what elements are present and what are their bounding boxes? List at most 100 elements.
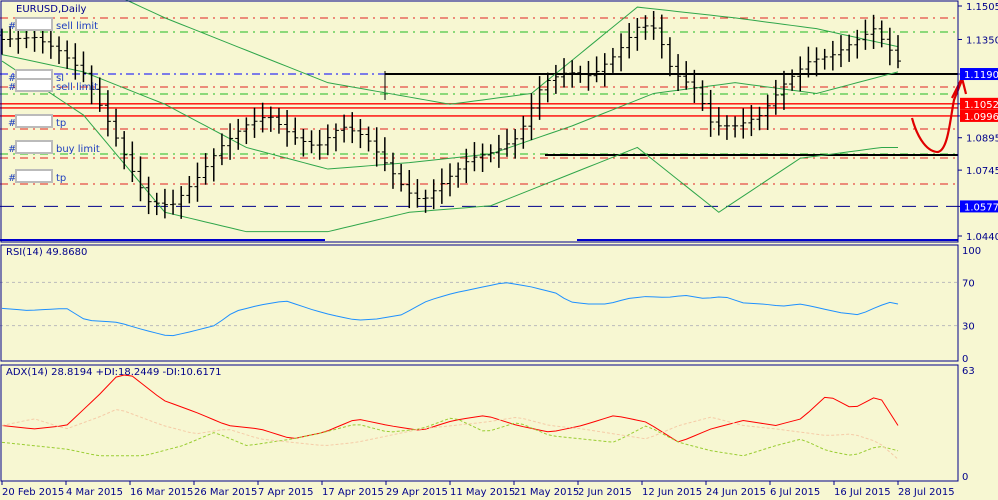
- ohlc-bar: [64, 40, 71, 69]
- price-tick-label: 1.0745: [966, 166, 998, 177]
- ohlc-bar: [161, 188, 168, 219]
- adx-line: [1, 374, 899, 443]
- ohlc-bar: [373, 127, 380, 167]
- ohlc-bar: [153, 192, 160, 216]
- ohlc-bar: [47, 27, 54, 59]
- price-badge-label: 1.0577: [964, 202, 998, 213]
- chart-title: EURUSD,Daily: [16, 4, 87, 15]
- ohlc-bar: [430, 179, 437, 210]
- masked-ticket: [15, 78, 53, 92]
- ohlc-bar: [609, 47, 616, 73]
- masked-ticket: [15, 140, 53, 154]
- time-tick-label: 26 Mar 2015: [194, 487, 257, 498]
- masked-ticket: [15, 17, 53, 31]
- time-tick-label: 17 Apr 2015: [322, 487, 384, 498]
- chart-canvas[interactable]: # sell limit# sl# sell limit# tp# buy limit# t…: [0, 0, 998, 500]
- main-panel-border: [0, 0, 959, 243]
- rsi-tick-label: 30: [962, 322, 975, 333]
- price-badge-label: 1.1052: [964, 100, 998, 111]
- ohlc-bar: [438, 168, 445, 204]
- ohlc-bar: [707, 89, 714, 137]
- axes: 1.1505 1.1350 1.1190 1.10521.0996 1.0895 1.07…: [0, 0, 998, 498]
- ohlc-bar: [886, 27, 893, 66]
- ohlc-bar: [764, 94, 771, 130]
- ohlc-bar: [821, 48, 828, 70]
- time-tick-label: 2 Jun 2015: [578, 487, 632, 498]
- ohlc-bar: [642, 15, 649, 40]
- bollinger-mid: [1, 54, 899, 170]
- ohlc-bar: [626, 23, 633, 59]
- masked-ticket: [15, 114, 53, 128]
- ohlc-bar: [349, 112, 356, 144]
- ohlc-bar: [552, 64, 559, 94]
- ohlc-bar: [618, 33, 625, 72]
- ohlc-bar: [316, 129, 323, 160]
- ohlc-bar: [805, 46, 812, 78]
- adx-tick-label: 63: [962, 366, 975, 377]
- ohlc-bar: [895, 35, 901, 69]
- ohlc-bar: [854, 29, 861, 59]
- masked-ticket: [15, 169, 53, 183]
- time-tick-label: 20 Feb 2015: [2, 487, 64, 498]
- ohlc-bar: [723, 115, 730, 140]
- ohlc-bar: [137, 156, 144, 202]
- time-tick-label: 11 May 2015: [450, 487, 515, 498]
- ohlc-bar: [829, 40, 836, 71]
- ohlc-bar: [675, 54, 682, 92]
- rsi-panel[interactable]: [0, 281, 958, 337]
- minus-di-line: [1, 409, 899, 460]
- ohlc-bar: [732, 116, 739, 138]
- ohlc-bar: [80, 51, 87, 83]
- order-label: # buy limit: [8, 140, 100, 155]
- adx-panel[interactable]: [1, 374, 899, 460]
- ohlc-bar: [601, 53, 608, 87]
- time-tick-label: 29 Apr 2015: [386, 487, 448, 498]
- ohlc-bar: [275, 107, 282, 134]
- adx-title: ADX(14) 28.8194 +DI:18.2449 -DI:10.6171: [6, 367, 222, 378]
- time-tick-label: 24 Jun 2015: [706, 487, 766, 498]
- ohlc-bar: [243, 117, 250, 145]
- ohlc-bar: [267, 106, 274, 132]
- time-tick-label: 28 Jul 2015: [898, 487, 955, 498]
- ohlc-bar: [870, 14, 877, 49]
- ohlc-bar: [422, 189, 429, 213]
- time-tick-label: 16 Jul 2015: [834, 487, 891, 498]
- ohlc-bar: [178, 186, 185, 219]
- ohlc-bar: [748, 105, 755, 137]
- ohlc-bar: [218, 133, 225, 166]
- rsi-panel-border: [0, 244, 959, 362]
- ohlc-bar: [414, 179, 421, 208]
- ohlc-bar: [365, 126, 372, 152]
- ohlc-bar: [31, 29, 38, 52]
- ohlc-bar: [658, 14, 665, 59]
- ohlc-bar: [585, 60, 592, 91]
- ohlc-bar: [536, 76, 543, 120]
- ohlc-bar: [259, 102, 266, 133]
- rsi-title: RSI(14) 49.8680: [6, 247, 87, 258]
- price-tick-label: 1.1505: [966, 2, 998, 13]
- ohlc-bar: [56, 36, 63, 64]
- order-type: sell limit: [56, 82, 98, 93]
- ohlc-bar: [186, 176, 193, 204]
- ohlc-bar: [862, 19, 869, 50]
- order-label: # sell limit: [8, 17, 98, 32]
- ohlc-bar: [756, 106, 763, 131]
- ohlc-bar: [235, 118, 242, 150]
- order-type: tp: [56, 173, 66, 184]
- ohlc-bar: [332, 123, 339, 152]
- ohlc-bar: [634, 18, 641, 51]
- ohlc-bar: [699, 80, 706, 111]
- ohlc-bar: [121, 131, 128, 170]
- price-badge-label: 1.0996: [964, 112, 998, 123]
- main-price-panel[interactable]: # sell limit# sl# sell limit# tp# buy limit# t…: [0, 0, 968, 241]
- time-tick-label: 16 Mar 2015: [130, 487, 193, 498]
- time-tick-label: 12 Jun 2015: [642, 487, 702, 498]
- ohlc-bar: [740, 108, 747, 139]
- rsi-tick-label: 70: [962, 278, 975, 289]
- ohlc-bar: [406, 170, 413, 209]
- ohlc-bar: [789, 69, 796, 91]
- chart-window[interactable]: # sell limit # sl # sell limit # tp # buy limit # t…: [0, 0, 998, 500]
- ohlc-bar: [471, 142, 478, 172]
- ohlc-bar: [308, 130, 315, 154]
- rsi-tick-label: 100: [962, 246, 981, 257]
